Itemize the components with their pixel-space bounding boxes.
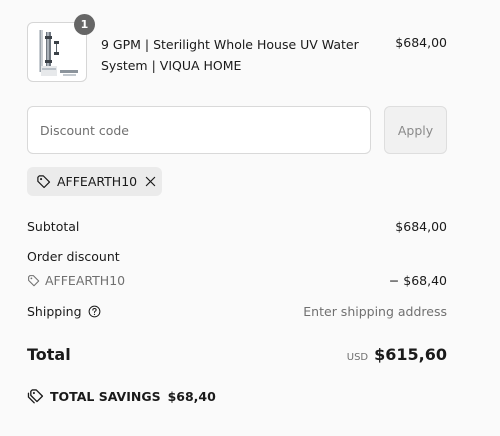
discount-code-label: AFFEARTH10: [45, 273, 126, 288]
help-icon[interactable]: [88, 305, 101, 318]
applied-discount-chip: AFFEARTH10: [27, 167, 162, 196]
total-value: $615,60: [374, 345, 447, 364]
quantity-badge: 1: [74, 14, 95, 35]
discount-code-input[interactable]: [27, 106, 371, 154]
subtotal-row: Subtotal $684,00: [27, 219, 447, 234]
line-item: 1 9 GPM | Sterilight Whole House UV Wate…: [27, 14, 447, 84]
product-title: 9 GPM | Sterilight Whole House UV Water …: [101, 37, 359, 73]
shipping-value: Enter shipping address: [303, 304, 447, 319]
savings-label: TOTAL SAVINGS: [50, 389, 161, 404]
savings-tag-icon: [27, 389, 44, 404]
subtotal-value: $684,00: [395, 219, 447, 234]
total-savings-row: TOTAL SAVINGS $68,40: [27, 389, 447, 407]
applied-code-label: AFFEARTH10: [57, 174, 138, 189]
order-discount-label: Order discount: [27, 249, 120, 264]
order-discount-row: Order discount: [27, 249, 447, 264]
tag-icon: [27, 274, 40, 287]
savings-value: $68,40: [167, 389, 216, 404]
total-label: Total: [27, 345, 71, 364]
apply-button[interactable]: Apply: [384, 106, 447, 154]
tag-icon: [36, 174, 51, 189]
remove-code-icon[interactable]: [145, 176, 156, 187]
shipping-label: Shipping: [27, 304, 82, 319]
product-price: $684,00: [395, 35, 447, 50]
shipping-row: Shipping Enter shipping address: [27, 304, 447, 319]
subtotal-label: Subtotal: [27, 219, 80, 234]
currency-code: USD: [346, 352, 369, 363]
discount-value: − $68,40: [388, 273, 447, 288]
total-row: Total USD $615,60: [27, 345, 447, 367]
discount-code-row: AFFEARTH10 − $68,40: [27, 273, 447, 290]
